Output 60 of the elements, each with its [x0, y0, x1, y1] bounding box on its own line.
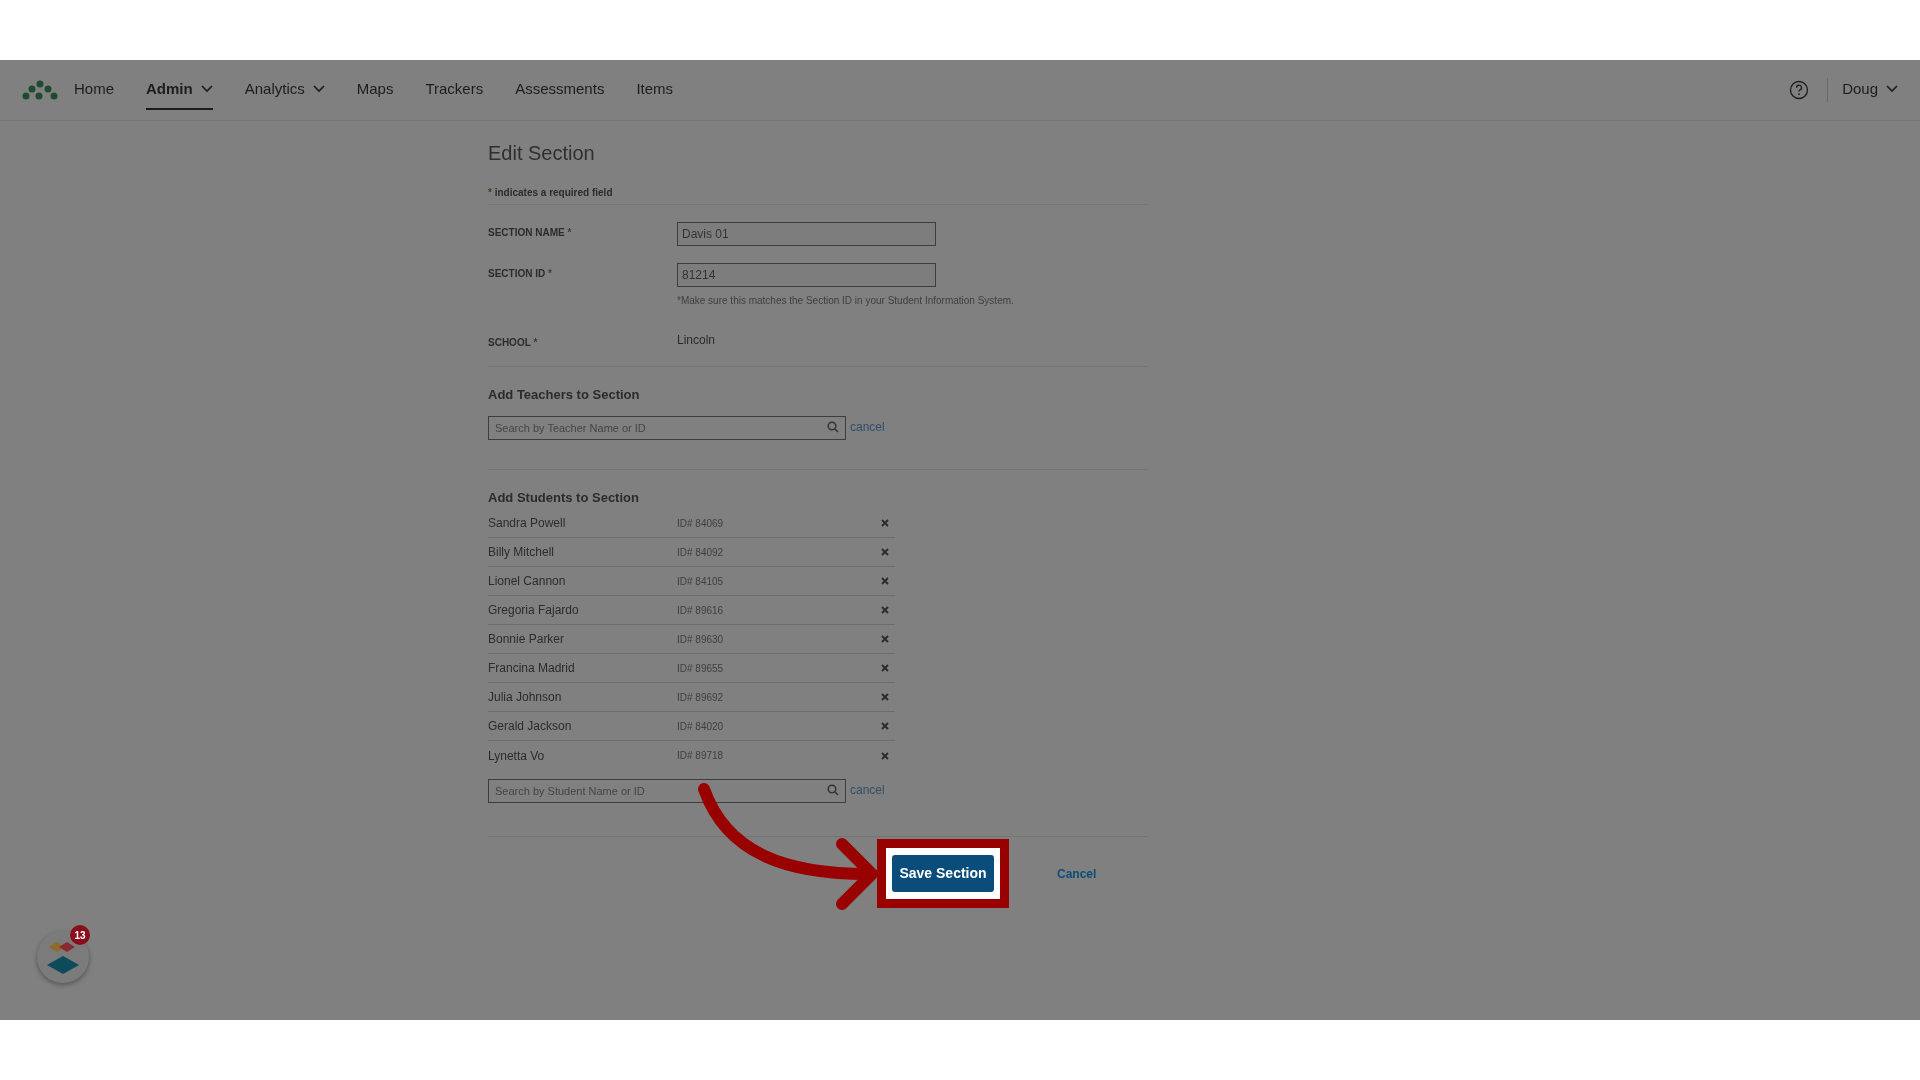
teacher-search-field[interactable]: Search by Teacher Name or ID — [488, 415, 846, 440]
close-icon — [881, 751, 889, 760]
field-hint: *Make sure this matches the Section ID in your Student Information System. — [677, 294, 1014, 308]
close-icon — [881, 606, 889, 614]
student-id: ID# 84020 — [677, 719, 725, 734]
notification-badge: 13 — [70, 925, 90, 945]
cancel-link[interactable]: cancel — [850, 781, 885, 799]
logo-icon[interactable] — [22, 80, 58, 100]
student-name: Gerald Jackson — [488, 718, 573, 735]
student-id: ID# 89655 — [677, 661, 725, 676]
student-id: ID# 84092 — [677, 545, 725, 560]
page-title: Edit Section — [488, 141, 596, 165]
text-field[interactable]: Davis 01 — [677, 222, 936, 246]
stacked-diamond-icon — [45, 939, 81, 975]
close-icon — [881, 519, 889, 527]
nav-tab[interactable]: Analytics — [244, 69, 325, 111]
required-note: * indicates a required field — [488, 185, 1148, 205]
section-heading: Add Students to Section — [488, 488, 640, 507]
help-icon[interactable] — [1789, 80, 1810, 100]
user-menu[interactable]: Doug — [1842, 69, 1898, 111]
student-id: ID# 89718 — [677, 749, 725, 763]
student-id: ID# 89692 — [677, 690, 725, 705]
student-name: Bonnie Parker — [488, 631, 566, 648]
student-id: ID# 89630 — [677, 632, 725, 647]
close-icon — [881, 635, 889, 643]
field-value: Lincoln — [677, 332, 716, 349]
search-icon[interactable] — [827, 420, 839, 433]
field-label: SECTION ID * — [488, 267, 553, 281]
close-icon — [881, 664, 889, 672]
nav-tab[interactable]: Admin — [146, 69, 213, 111]
save-button[interactable]: Save Section — [892, 855, 994, 892]
student-name: Sandra Powell — [488, 515, 567, 532]
nav-tab[interactable]: Assessments — [515, 69, 605, 111]
close-icon — [881, 722, 889, 730]
student-name: Lynetta Vo — [488, 747, 546, 765]
widget-button[interactable] — [37, 931, 89, 983]
cancel-link[interactable]: Cancel — [1057, 864, 1097, 883]
student-name: Francina Madrid — [488, 660, 576, 677]
close-icon — [881, 548, 889, 556]
student-id: ID# 89616 — [677, 603, 725, 618]
student-search-field[interactable]: Search by Student Name or ID — [488, 779, 846, 803]
cancel-link[interactable]: cancel — [850, 417, 885, 436]
nav-tab[interactable]: Maps — [356, 69, 394, 111]
nav-tab[interactable]: Home — [74, 69, 114, 111]
student-id: ID# 84069 — [677, 516, 725, 531]
nav-tab[interactable]: Trackers — [425, 69, 484, 111]
close-icon — [881, 693, 889, 701]
section-heading: Add Teachers to Section — [488, 386, 641, 404]
field-label: SECTION NAME * — [488, 226, 573, 240]
chevron-icon — [1886, 85, 1898, 93]
student-id: ID# 84105 — [677, 574, 725, 589]
search-icon[interactable] — [827, 784, 839, 796]
student-name: Billy Mitchell — [488, 544, 555, 561]
field-label: SCHOOL * — [488, 336, 539, 350]
student-name: Gregoria Fajardo — [488, 602, 580, 619]
close-icon — [881, 577, 889, 585]
student-name: Lionel Cannon — [488, 573, 567, 590]
text-field[interactable]: 81214 — [677, 263, 936, 287]
student-name: Julia Johnson — [488, 689, 563, 706]
nav-tab[interactable]: Items — [636, 69, 674, 111]
